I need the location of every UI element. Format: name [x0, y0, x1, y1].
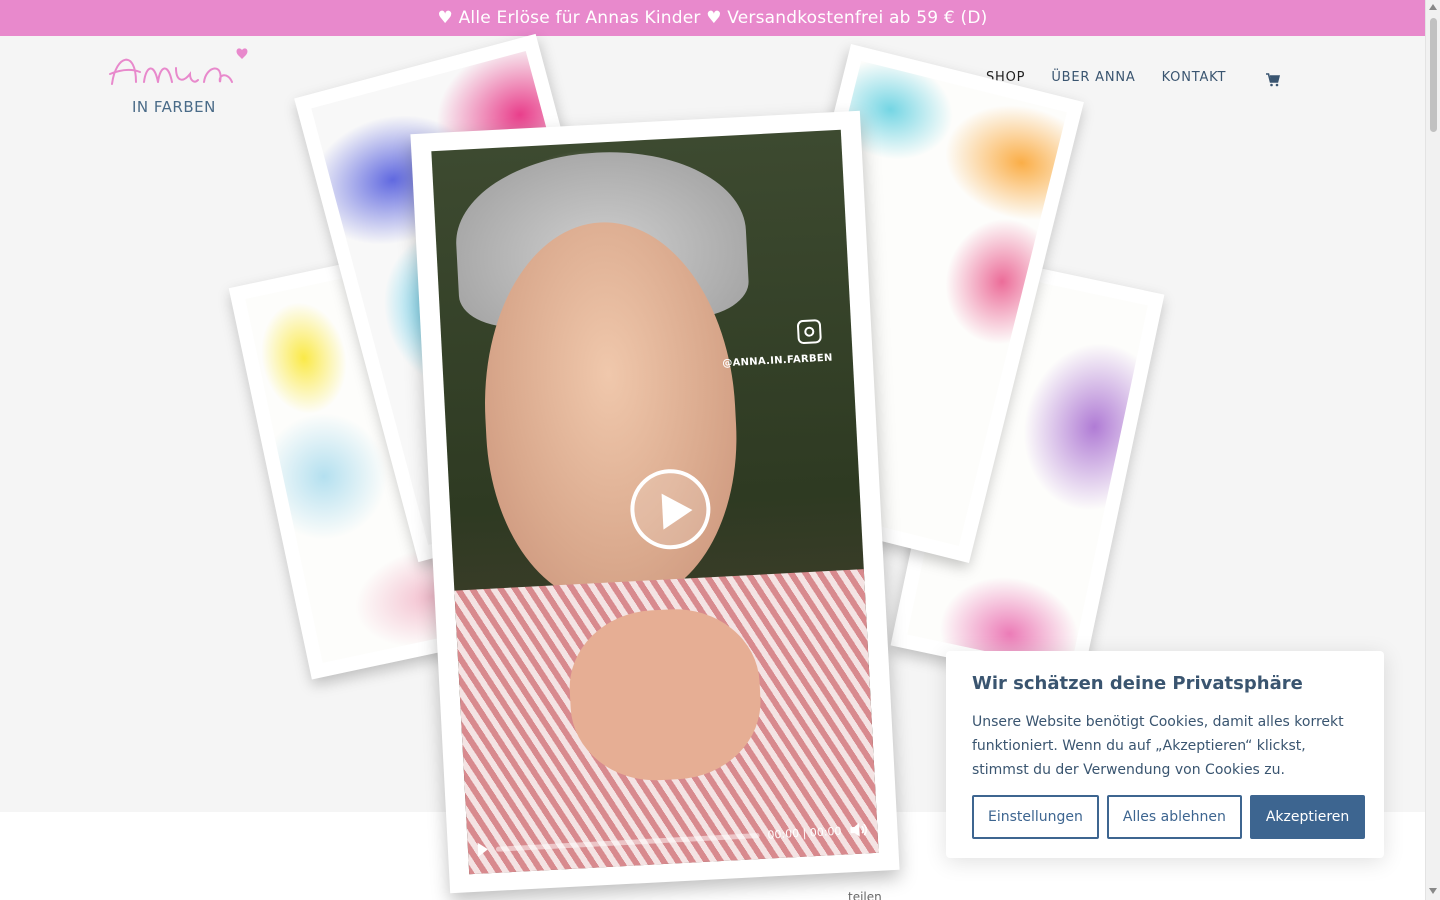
- site-logo[interactable]: IN FARBEN: [106, 44, 256, 118]
- cookie-actions: Einstellungen Alles ablehnen Akzeptieren: [972, 795, 1366, 839]
- cart-icon[interactable]: [1265, 72, 1281, 88]
- cookie-body: Unsere Website benötigt Cookies, damit a…: [972, 714, 1344, 778]
- instagram-handle: @ANNA.IN.FARBEN: [722, 352, 833, 370]
- cookie-settings-button[interactable]: Einstellungen: [972, 795, 1099, 839]
- video-card: @ANNA.IN.FARBEN 00:00 | 00:00: [410, 110, 900, 894]
- volume-icon[interactable]: [849, 821, 868, 838]
- cookie-accept-button[interactable]: Akzeptieren: [1249, 795, 1366, 839]
- scrollbar-thumb[interactable]: [1430, 18, 1437, 132]
- logo-subtitle: IN FARBEN: [132, 98, 216, 116]
- logo-script: [109, 48, 248, 85]
- announcement-text: ♥ Alle Erlöse für Annas Kinder ♥ Versand…: [437, 8, 988, 28]
- video-player[interactable]: @ANNA.IN.FARBEN 00:00 | 00:00: [431, 129, 879, 875]
- play-pause-icon[interactable]: [477, 842, 489, 857]
- cookie-title: Wir schätzen deine Privatsphäre: [972, 673, 1303, 694]
- cookie-banner: Wir schätzen deine Privatsphäre Unsere W…: [946, 651, 1384, 858]
- announcement-bar: ♥ Alle Erlöse für Annas Kinder ♥ Versand…: [0, 0, 1425, 36]
- page-scrollbar[interactable]: [1425, 0, 1440, 900]
- cookie-reject-button[interactable]: Alles ablehnen: [1106, 795, 1242, 839]
- video-time: 00:00 | 00:00: [767, 824, 842, 842]
- share-text: teilen: [848, 890, 882, 900]
- nav-about[interactable]: ÜBER ANNA: [1051, 70, 1135, 99]
- instagram-icon: [796, 319, 822, 345]
- nav-contact[interactable]: KONTAKT: [1162, 70, 1227, 99]
- scroll-up-icon[interactable]: [1429, 4, 1437, 10]
- progress-bar[interactable]: [495, 832, 760, 852]
- scroll-down-icon[interactable]: [1429, 888, 1437, 894]
